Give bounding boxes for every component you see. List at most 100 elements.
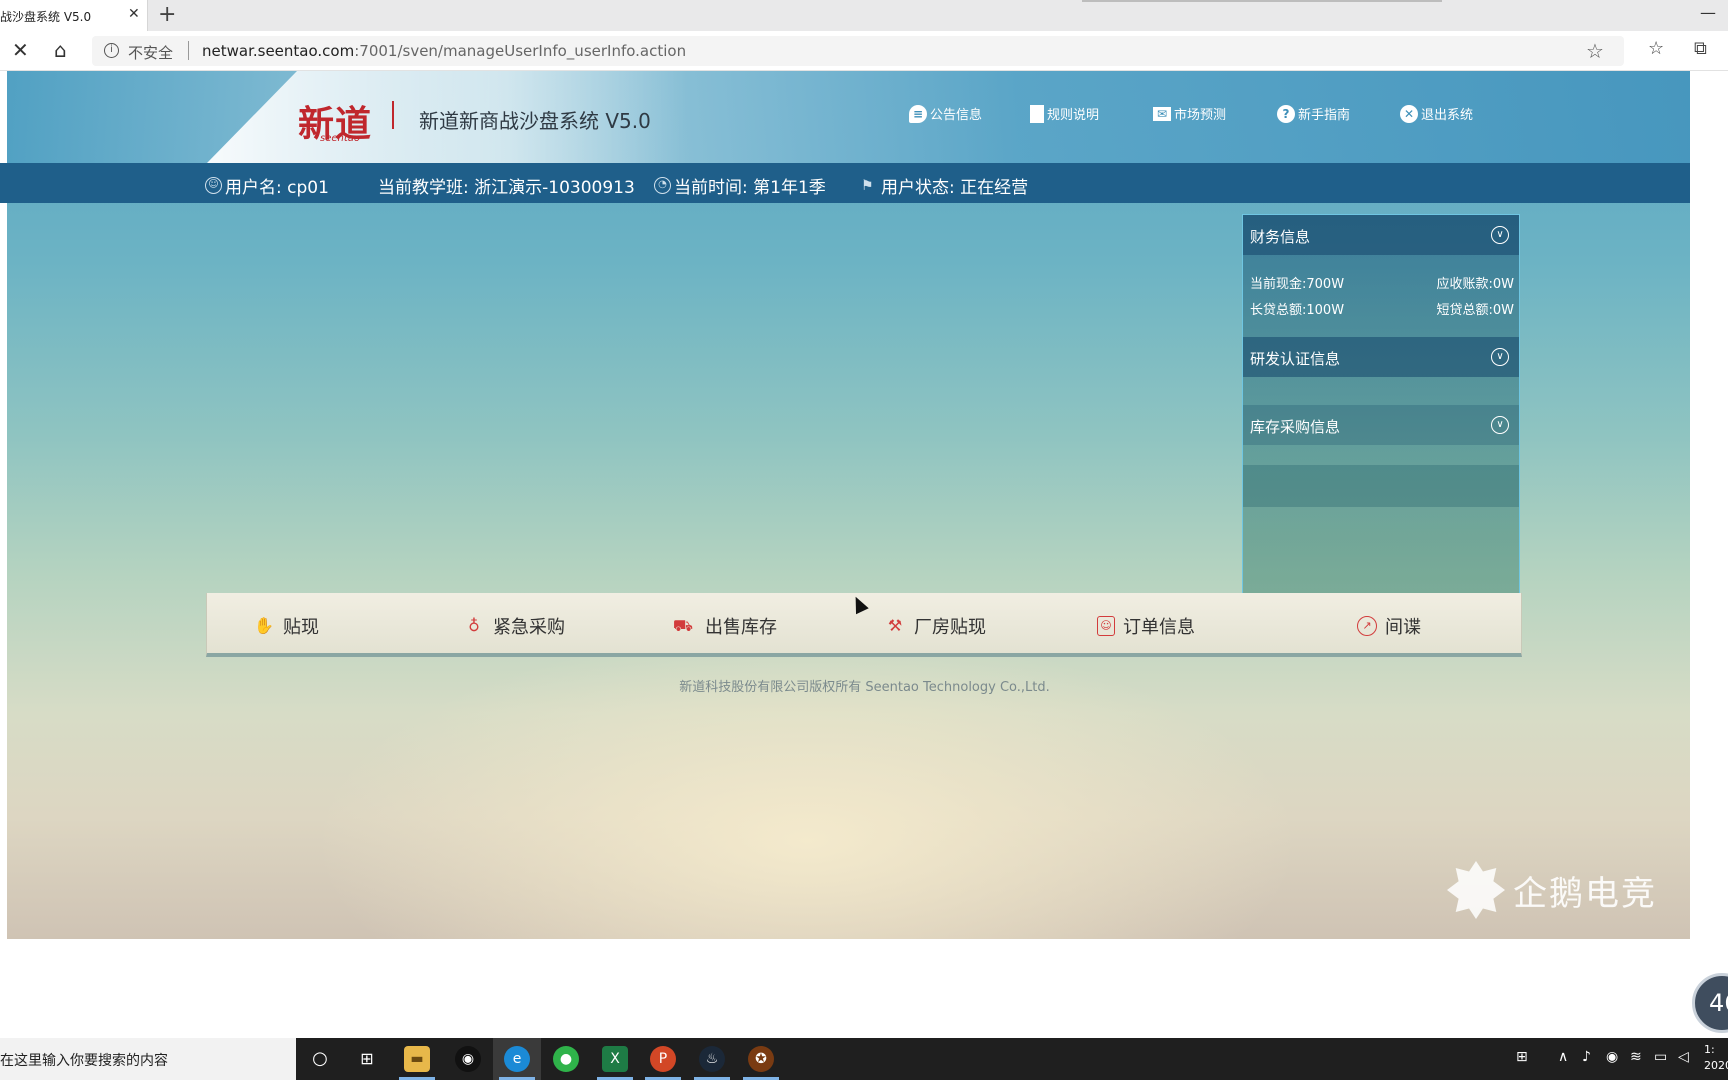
receivable-value: 应收账款:0W bbox=[1436, 277, 1514, 292]
cash-value: 当前现金:700W bbox=[1250, 277, 1345, 292]
qq-icon[interactable]: ◉ bbox=[455, 1046, 481, 1072]
chevron-down-icon[interactable]: ∨ bbox=[1491, 226, 1509, 244]
contact-card-icon: ☺ bbox=[1097, 616, 1115, 636]
username-info: ☺ 用户名: cp01 bbox=[205, 173, 329, 198]
system-clock[interactable]: 1: 2020 bbox=[1704, 1042, 1728, 1074]
wechat-icon[interactable]: ● bbox=[553, 1046, 579, 1072]
flag-icon: ⚑ bbox=[861, 177, 874, 194]
clock-icon: ◔ bbox=[654, 177, 671, 194]
home-icon[interactable]: ⌂ bbox=[54, 38, 67, 62]
link-market-forecast[interactable]: ✉ 市场预测 bbox=[1153, 104, 1226, 123]
new-tab-button[interactable]: + bbox=[158, 2, 176, 27]
url-path: :7001/sven/manageUserInfo_userInfo.actio… bbox=[354, 42, 687, 60]
info-panel: 财务信息 ∨ 当前现金:700W 应收账款:0W 长贷总额:100W 短贷总额:… bbox=[1242, 214, 1520, 594]
link-label: 退出系统 bbox=[1421, 108, 1474, 123]
status-info: ⚑ 用户状态: 正在经营 bbox=[861, 173, 1029, 199]
class-info: 当前教学班: 浙江演示-10300913 bbox=[378, 178, 635, 198]
system-title: 新道新商战沙盘系统 V5.0 bbox=[419, 109, 651, 133]
inventory-section-header[interactable]: 库存采购信息 ∨ bbox=[1243, 405, 1519, 445]
steam-icon[interactable]: ♨ bbox=[699, 1046, 725, 1072]
tray-expand-icon[interactable]: ∧ bbox=[1558, 1049, 1568, 1065]
chevron-down-icon[interactable]: ∨ bbox=[1491, 348, 1509, 366]
powerpoint-icon[interactable]: P bbox=[650, 1046, 676, 1072]
rd-section-header[interactable]: 研发认证信息 ∨ bbox=[1243, 337, 1519, 377]
collections-icon[interactable]: ⧉ bbox=[1694, 38, 1707, 59]
search-placeholder: 在这里输入你要搜索的内容 bbox=[0, 1053, 168, 1069]
rd-title: 研发认证信息 bbox=[1250, 350, 1341, 368]
url-divider bbox=[188, 41, 189, 60]
action-factory-discount[interactable]: ⚒ 厂房贴现 bbox=[884, 613, 986, 639]
link-guide[interactable]: ? 新手指南 bbox=[1277, 104, 1350, 123]
page-scroll-area bbox=[1690, 71, 1728, 939]
minimize-button[interactable]: — bbox=[1700, 3, 1716, 22]
link-logout[interactable]: ✕ 退出系统 bbox=[1400, 104, 1473, 123]
info-icon[interactable]: i bbox=[104, 43, 119, 58]
action-emergency-purchase[interactable]: ♁ 紧急采购 bbox=[463, 613, 565, 639]
penguin-logo-icon bbox=[1447, 861, 1505, 919]
action-sell-inventory[interactable]: ⛟ 出售库存 bbox=[669, 613, 777, 639]
user-info-bar: ☺ 用户名: cp01 当前教学班: 浙江演示-10300913 ◔ 当前时间:… bbox=[0, 163, 1697, 203]
time-text: 当前时间: 第1年1季 bbox=[674, 178, 826, 198]
window-strip bbox=[1082, 0, 1442, 2]
cortana-icon[interactable]: ○ bbox=[307, 1046, 333, 1072]
status-text: 用户状态: 正在经营 bbox=[881, 178, 1029, 198]
help-icon: ? bbox=[1277, 104, 1295, 123]
tab-close-icon[interactable]: ✕ bbox=[128, 6, 140, 22]
excel-icon[interactable]: X bbox=[602, 1046, 628, 1072]
action-label: 紧急采购 bbox=[493, 617, 565, 638]
link-announcements[interactable]: ≡ 公告信息 bbox=[909, 104, 982, 123]
qq-tray-icon[interactable]: ◉ bbox=[1606, 1049, 1618, 1065]
favorite-star-icon[interactable]: ☆ bbox=[1586, 39, 1604, 63]
document-icon bbox=[1030, 104, 1044, 123]
edge-browser-icon[interactable]: e bbox=[504, 1046, 530, 1072]
mail-icon: ✉ bbox=[1153, 106, 1171, 121]
action-label: 贴现 bbox=[283, 617, 319, 638]
windows-taskbar: 在这里输入你要搜索的内容 ○ ⊞ ▬ ◉ e ● X P ♨ ✪ ⊞ ∧ ♪ ◉… bbox=[0, 1038, 1728, 1080]
file-explorer-icon[interactable]: ▬ bbox=[404, 1046, 430, 1072]
finance-row-1: 当前现金:700W 应收账款:0W bbox=[1250, 273, 1514, 292]
keyboard-layout-icon[interactable]: ⊞ bbox=[1516, 1049, 1528, 1065]
floating-badge[interactable]: 46 bbox=[1692, 973, 1728, 1033]
battery-icon[interactable]: ▭ bbox=[1654, 1049, 1667, 1065]
short-loan-value: 短贷总额:0W bbox=[1436, 303, 1514, 318]
stop-icon[interactable]: ✕ bbox=[12, 38, 29, 62]
action-spy[interactable]: ↗ 间谍 bbox=[1357, 613, 1421, 639]
action-label: 出售库存 bbox=[705, 617, 777, 638]
microphone-icon[interactable]: ♪ bbox=[1582, 1049, 1591, 1065]
security-label[interactable]: 不安全 bbox=[128, 42, 173, 63]
browser-tab[interactable]: 战沙盘系统 V5.0 ✕ bbox=[0, 0, 148, 31]
action-order-info[interactable]: ☺ 订单信息 bbox=[1097, 613, 1195, 639]
user-icon: ☺ bbox=[205, 177, 222, 194]
action-label: 订单信息 bbox=[1123, 617, 1195, 638]
long-loan-value: 长贷总额:100W bbox=[1250, 303, 1345, 318]
finance-row-2: 长贷总额:100W 短贷总额:0W bbox=[1250, 299, 1514, 318]
tab-title: 战沙盘系统 V5.0 bbox=[0, 10, 92, 24]
network-icon[interactable]: ≋ bbox=[1630, 1049, 1642, 1065]
url-field[interactable]: i 不安全 netwar.seentao.com:7001/sven/manag… bbox=[92, 36, 1624, 66]
chevron-down-icon[interactable]: ∨ bbox=[1491, 416, 1509, 434]
exit-icon: ✕ bbox=[1400, 104, 1418, 123]
action-discount[interactable]: ✋ 贴现 bbox=[253, 613, 319, 639]
logo-divider bbox=[392, 101, 394, 129]
page-viewport: 新道 seentao 新道新商战沙盘系统 V5.0 ≡ 公告信息 规则说明 ✉ … bbox=[0, 71, 1697, 939]
message-icon: ≡ bbox=[909, 104, 927, 123]
browser-tab-bar: 战沙盘系统 V5.0 ✕ + — bbox=[0, 0, 1728, 31]
clock-date: 2020 bbox=[1704, 1059, 1728, 1072]
forklift-icon: ⚒ bbox=[887, 616, 903, 635]
truck-icon: ⛟ bbox=[672, 616, 694, 635]
finance-section-header[interactable]: 财务信息 ∨ bbox=[1243, 215, 1519, 255]
url-text[interactable]: netwar.seentao.com:7001/sven/manageUserI… bbox=[202, 42, 686, 60]
hand-coin-icon: ✋ bbox=[254, 616, 274, 635]
compass-icon: ↗ bbox=[1357, 616, 1377, 636]
panel-band bbox=[1243, 465, 1519, 507]
link-rules[interactable]: 规则说明 bbox=[1030, 104, 1099, 123]
action-label: 厂房贴现 bbox=[914, 617, 986, 638]
volume-icon[interactable]: ◁ bbox=[1678, 1049, 1689, 1065]
action-label: 间谍 bbox=[1385, 617, 1421, 638]
stream-watermark: 企鹅电竞 bbox=[1447, 861, 1657, 919]
favorites-list-icon[interactable]: ☆ bbox=[1648, 38, 1664, 59]
taskbar-search-box[interactable]: 在这里输入你要搜索的内容 bbox=[0, 1038, 296, 1080]
game-app-icon[interactable]: ✪ bbox=[748, 1046, 774, 1072]
link-label: 公告信息 bbox=[930, 108, 983, 123]
task-view-icon[interactable]: ⊞ bbox=[354, 1046, 380, 1072]
